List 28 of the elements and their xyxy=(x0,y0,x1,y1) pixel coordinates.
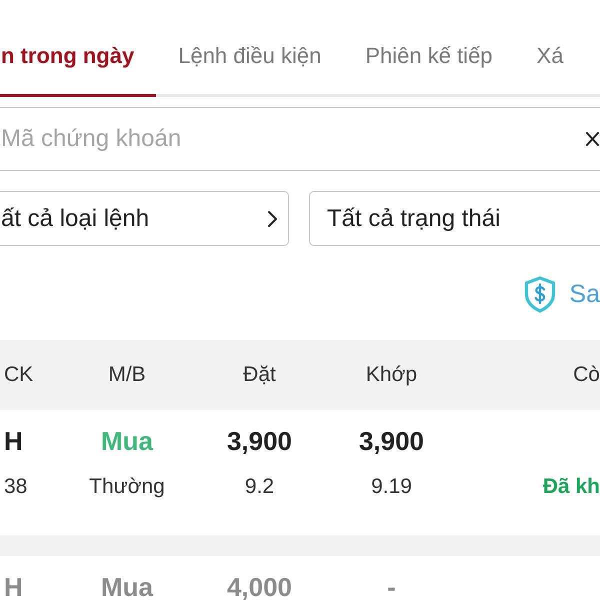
filter-dropdown[interactable]: Tất cả trạng thái xyxy=(309,191,600,246)
tab[interactable]: Phiên kế tiếp xyxy=(343,0,515,97)
feature-link[interactable]: Sa xyxy=(569,280,600,309)
table-cell: Thường xyxy=(89,475,165,499)
shield-dollar-icon xyxy=(524,276,556,313)
column-header: M/B xyxy=(108,363,146,387)
table-cell: 9.19 xyxy=(371,475,412,499)
column-header: Cò xyxy=(573,363,600,387)
table-cell: 3,900 xyxy=(226,426,292,456)
table-cell-text: H xyxy=(3,426,23,456)
table-cell: 9.2 xyxy=(244,475,274,499)
table-cell-text: 38 xyxy=(3,475,28,499)
table-cell: 3,900 xyxy=(358,426,424,456)
clear-icon[interactable] xyxy=(586,132,599,146)
column-header: Đặt xyxy=(243,363,276,387)
tab[interactable]: Lệnh điều kiện xyxy=(156,0,344,97)
tab[interactable]: Xá xyxy=(514,0,586,97)
search-field[interactable]: Mã chứng khoán xyxy=(0,107,600,171)
table-cell: Mua xyxy=(101,572,153,600)
table-cell: 4,000 xyxy=(226,572,292,600)
table-cell: Mua xyxy=(101,426,153,456)
tab[interactable]: n trong ngày xyxy=(0,0,156,97)
column-header: Khớp xyxy=(366,363,418,387)
table-cell: - xyxy=(387,572,396,600)
status-text: Đã kh xyxy=(542,475,600,499)
column-header: CK xyxy=(3,363,34,387)
filter-dropdown[interactable]: ất cả loại lệnh xyxy=(0,191,289,246)
table-cell-text: H xyxy=(3,572,23,600)
